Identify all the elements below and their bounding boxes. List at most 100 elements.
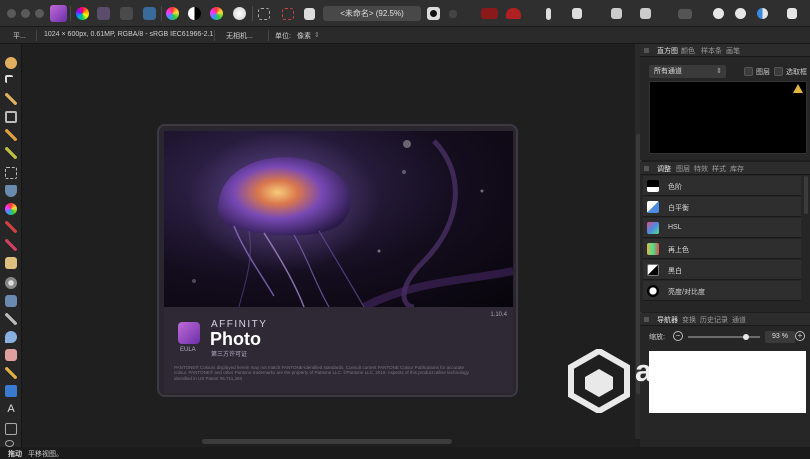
adjustment-item-black-white[interactable]: 黑白: [643, 260, 801, 280]
mask-icon[interactable]: [427, 7, 440, 20]
insert-behind-icon[interactable]: [481, 8, 498, 19]
develop-persona-icon[interactable]: [97, 7, 110, 20]
tab-brushes[interactable]: 画笔: [726, 46, 740, 56]
mesh-warp-icon[interactable]: [5, 423, 17, 435]
healing-tool-icon[interactable]: [5, 349, 17, 361]
crop-tool-icon[interactable]: [5, 111, 17, 123]
transform-icon[interactable]: [282, 8, 294, 20]
version-label: 1.10.4: [490, 312, 507, 318]
third-party-license-link[interactable]: 第三方许可证: [211, 349, 247, 358]
blur-tool-icon[interactable]: [5, 331, 17, 343]
tab-histogram[interactable]: 直方图: [657, 46, 678, 56]
tab-navigator[interactable]: 导航器: [657, 315, 678, 325]
status-bar: 拖动 平移视图。: [0, 447, 810, 459]
panel-grip-icon[interactable]: [644, 317, 649, 322]
selection-brush-icon[interactable]: [5, 129, 17, 141]
chevron-down-icon[interactable]: [449, 10, 457, 18]
contrast-icon[interactable]: [188, 7, 201, 20]
persona-photo-icon[interactable]: [50, 5, 67, 22]
zoom-out-button[interactable]: −: [673, 331, 683, 341]
white-balance-icon[interactable]: [233, 7, 246, 20]
tab-stock[interactable]: 库存: [730, 164, 744, 174]
chevron-updown-icon[interactable]: ⇕: [314, 31, 320, 39]
units-select[interactable]: 像素: [297, 31, 311, 41]
fill-tool-icon[interactable]: [5, 185, 17, 197]
clone-tool-icon[interactable]: [5, 295, 17, 307]
document-title[interactable]: <未命名> (92.5%): [323, 6, 421, 21]
adjustment-item-levels[interactable]: 色阶: [643, 176, 801, 196]
marquee-tool-icon[interactable]: [5, 167, 17, 179]
shape-tool-icon[interactable]: [5, 385, 17, 397]
context-divider: [268, 30, 269, 41]
histogram-tabs: 直方图 颜色 样本条 画笔: [640, 44, 810, 57]
tab-color[interactable]: 颜色: [681, 46, 695, 56]
smudge-tool-icon[interactable]: [5, 313, 17, 325]
panel-grip-icon[interactable]: [644, 48, 649, 53]
navigator-tabs: 导航器 变换 历史记录 通道: [640, 313, 810, 326]
close-window-icon[interactable]: [7, 9, 16, 18]
tab-effects[interactable]: 特效: [694, 164, 708, 174]
color-mode-icon[interactable]: [757, 8, 768, 19]
tab-swatches[interactable]: 样本条: [701, 46, 722, 56]
dodge-tool-icon[interactable]: [5, 277, 17, 289]
histogram-display: [649, 81, 807, 154]
adjustments-scrollbar[interactable]: [804, 176, 808, 214]
adjustment-item-white-balance[interactable]: 白平衡: [643, 197, 801, 217]
zoom-window-icon[interactable]: [35, 9, 44, 18]
share-icon[interactable]: [713, 8, 724, 19]
adjustment-item-hsl[interactable]: HSL: [643, 218, 801, 238]
move-tool-icon[interactable]: [5, 75, 13, 83]
zoom-tool-icon[interactable]: [5, 440, 14, 447]
snapping-icon[interactable]: [640, 8, 651, 19]
color-picker-tool-icon[interactable]: [5, 93, 17, 105]
tab-layers[interactable]: 图层: [676, 164, 690, 174]
camera-info-button[interactable]: 无相机...: [226, 31, 253, 41]
hsl-icon[interactable]: [210, 7, 223, 20]
help-icon[interactable]: [787, 8, 797, 19]
tab-styles[interactable]: 样式: [712, 164, 726, 174]
arrange-icon[interactable]: [735, 8, 746, 19]
adjustment-item-brightness-contrast[interactable]: 亮度/对比度: [643, 281, 801, 301]
export-persona-icon[interactable]: [143, 7, 156, 20]
tab-history[interactable]: 历史记录: [700, 315, 728, 325]
color-replace-icon[interactable]: [5, 239, 17, 251]
studio-icon[interactable]: [611, 8, 622, 19]
text-tool-icon[interactable]: A: [5, 403, 17, 415]
adjustment-item-recolor[interactable]: 再上色: [643, 239, 801, 259]
paint-brush-icon[interactable]: [5, 221, 17, 233]
panel-grip-icon[interactable]: [644, 166, 649, 171]
tab-transform[interactable]: 变换: [682, 315, 696, 325]
horizontal-scrollbar[interactable]: [202, 439, 452, 444]
tab-channels[interactable]: 通道: [732, 315, 746, 325]
quick-mask-icon[interactable]: [506, 8, 521, 19]
view-mode-icon[interactable]: [572, 8, 582, 19]
channel-select[interactable]: 所有通道 ⇕: [649, 65, 726, 78]
zoom-slider-knob[interactable]: [743, 334, 750, 340]
gradient-tool-icon[interactable]: [5, 203, 17, 215]
marquee-icon[interactable]: [258, 8, 270, 20]
eula-link[interactable]: EULA: [180, 347, 196, 353]
tone-mapping-icon[interactable]: [120, 7, 133, 20]
zoom-in-button[interactable]: +: [795, 331, 805, 341]
tab-adjustments[interactable]: 调整: [657, 164, 671, 174]
layer-checkbox[interactable]: [744, 67, 753, 76]
assistant-icon[interactable]: [546, 8, 551, 20]
pen-tool-icon[interactable]: [5, 367, 17, 379]
splash-dialog[interactable]: 1.10.4 EULA AFFINITY Photo 第三方许可证 PANTON…: [157, 124, 518, 397]
chevron-updown-icon: ⇕: [716, 68, 722, 75]
minimize-window-icon[interactable]: [21, 9, 30, 18]
flood-select-icon[interactable]: [5, 147, 17, 159]
panel-toggle-icon[interactable]: [678, 9, 692, 19]
splash-info: 1.10.4 EULA AFFINITY Photo 第三方许可证 PANTON…: [164, 307, 513, 393]
liquify-persona-icon[interactable]: [76, 7, 89, 20]
zoom-slider[interactable]: [688, 336, 760, 338]
marquee-checkbox[interactable]: [774, 67, 783, 76]
color-wheel-icon[interactable]: [166, 7, 179, 20]
zoom-value[interactable]: 93 %: [765, 331, 795, 343]
histogram-panel: 直方图 颜色 样本条 画笔 所有通道 ⇕ 图层 选取框: [640, 44, 810, 160]
affinity-photo-logo-icon: [178, 322, 200, 344]
snap-icon[interactable]: [304, 8, 315, 20]
erase-brush-icon[interactable]: [5, 257, 17, 269]
zoom-label: 缩放:: [649, 334, 665, 341]
hand-tool-icon[interactable]: [5, 57, 17, 69]
